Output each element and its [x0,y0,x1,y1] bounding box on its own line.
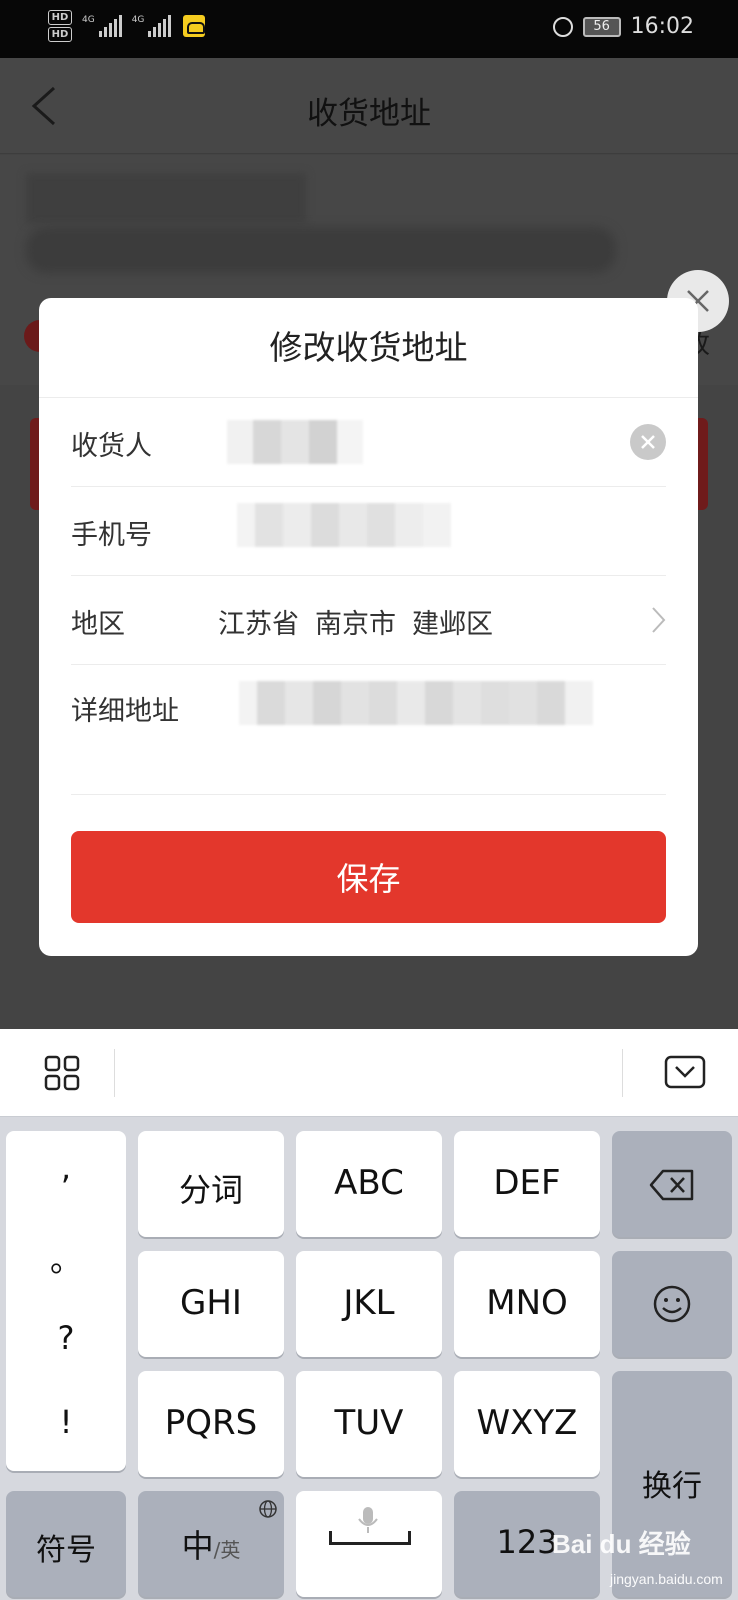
baidu-jingyan-watermark: Bai du 经验 jingyan.baidu.com [552,1524,732,1594]
clear-input-icon[interactable] [630,424,666,460]
signal-1-icon: 4G [82,15,122,37]
key-tuv[interactable]: TUV [296,1371,442,1477]
emoji-key[interactable] [612,1251,732,1357]
grid-menu-icon[interactable] [44,1055,80,1091]
network-type-2: 4G [131,15,145,25]
detail-address-label: 详细地址 [71,696,179,727]
network-type-1: 4G [82,15,95,25]
key-wxyz[interactable]: WXYZ [454,1371,600,1477]
key-ghi[interactable]: GHI [138,1251,284,1357]
region-label: 地区 [71,609,125,640]
punct-comma[interactable]: , [6,1149,126,1187]
region-value[interactable]: 江苏省 南京市 建邺区 [218,602,509,641]
recipient-label: 收货人 [71,431,152,462]
punctuation-column-key[interactable]: , 。 ? ! [6,1131,126,1471]
key-pqrs[interactable]: PQRS [138,1371,284,1477]
signal-2-icon: 4G [132,15,172,37]
page-header: 收货地址 [0,58,738,154]
page-title: 收货地址 [307,96,431,132]
region-province: 江苏省 [218,609,299,640]
lang-sub-label: /英 [213,1538,241,1562]
save-button[interactable]: 保存 [71,831,666,923]
recipient-input-redacted[interactable] [227,420,363,464]
key-def[interactable]: DEF [454,1131,600,1237]
keyboard-toolbar [0,1029,738,1117]
emoji-icon [653,1285,691,1323]
region-row[interactable]: 地区 江苏省 南京市 建邺区 [71,576,666,665]
watermark-url: jingyan.baidu.com [610,1571,723,1587]
punct-period[interactable]: 。 [6,1235,126,1281]
edit-address-dialog: 修改收货地址 收货人 手机号 地区 江苏省 南京市 建邺区 详细地址 保存 [39,298,698,956]
recipient-row[interactable]: 收货人 [71,398,666,487]
alarm-icon [552,16,573,37]
hd-indicators: HD HD [48,10,72,42]
backspace-icon [649,1169,694,1201]
hd-badge-1: HD [48,10,72,25]
blurred-address [26,227,616,273]
globe-icon [259,1500,277,1518]
region-district: 建邺区 [412,609,493,640]
lang-switch-key[interactable]: 中/英 [138,1491,284,1597]
status-left: HD HD 4G 4G [48,10,206,42]
hide-keyboard-icon[interactable] [664,1055,706,1089]
key-abc[interactable]: ABC [296,1131,442,1237]
blurred-name [26,173,306,223]
phone-label: 手机号 [71,520,152,551]
lang-main-label: 中 [181,1527,214,1565]
punct-question[interactable]: ? [6,1319,126,1357]
detail-address-row[interactable]: 详细地址 [71,665,666,795]
status-bar: HD HD 4G 4G 56 16:02 [0,0,738,58]
clock: 16:02 [630,14,694,39]
space-bar-icon [329,1531,411,1545]
battery-icon: 56 [582,16,621,37]
status-right: 56 16:02 [552,14,694,39]
hd-badge-2: HD [48,27,72,42]
phone-input-redacted[interactable] [237,503,451,547]
key-jkl[interactable]: JKL [296,1251,442,1357]
space-key[interactable] [296,1491,442,1597]
car-app-icon [183,15,206,37]
backspace-key[interactable] [612,1131,732,1237]
detail-address-input-redacted[interactable] [239,681,593,725]
punct-exclaim[interactable]: ! [6,1403,126,1441]
ime-keyboard: , 。 ? ! 分词 ABC DEF GHI JKL MNO PQRS TUV … [0,1029,738,1600]
key-mno[interactable]: MNO [454,1251,600,1357]
key-fenci[interactable]: 分词 [138,1131,284,1237]
watermark-text: Bai du 经验 [552,1529,691,1559]
phone-row[interactable]: 手机号 [71,487,666,576]
chevron-right-icon [652,607,666,633]
region-city: 南京市 [315,609,396,640]
dialog-title: 修改收货地址 [39,298,698,398]
symbols-key[interactable]: 符号 [6,1491,126,1597]
